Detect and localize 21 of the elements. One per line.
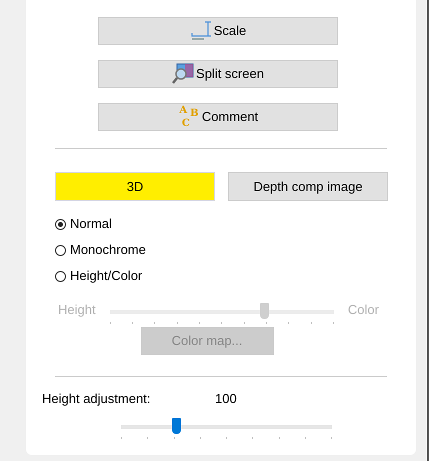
radio-button[interactable] — [55, 270, 66, 282]
tool-button[interactable]: Scale — [98, 17, 338, 45]
tool-button[interactable]: Split screen — [98, 60, 338, 88]
radio-button[interactable] — [55, 244, 66, 256]
radio-label: Height/Color — [70, 267, 142, 286]
height-adjustment-slider[interactable] — [121, 416, 332, 440]
slider-thumb[interactable] — [172, 418, 181, 434]
mode-button[interactable]: 3D — [55, 172, 215, 201]
slider-left-label: Height — [58, 301, 96, 320]
tool-button[interactable]: A B C Comment — [98, 103, 338, 131]
slider-right-label: Color — [348, 301, 379, 320]
radio-label: Normal — [70, 215, 112, 234]
scale-ruler-icon — [190, 21, 212, 41]
abc-letters-icon: A B C — [178, 106, 200, 128]
radio-label: Monochrome — [70, 241, 146, 260]
height-color-slider[interactable] — [110, 301, 334, 325]
mode-button[interactable]: Depth comp image — [228, 172, 388, 201]
height-adjustment-label: Height adjustment: — [42, 390, 152, 408]
radio-button[interactable] — [55, 218, 66, 230]
magnifier-screen-icon — [172, 63, 194, 85]
height-adjustment-value: 100 — [215, 390, 237, 408]
